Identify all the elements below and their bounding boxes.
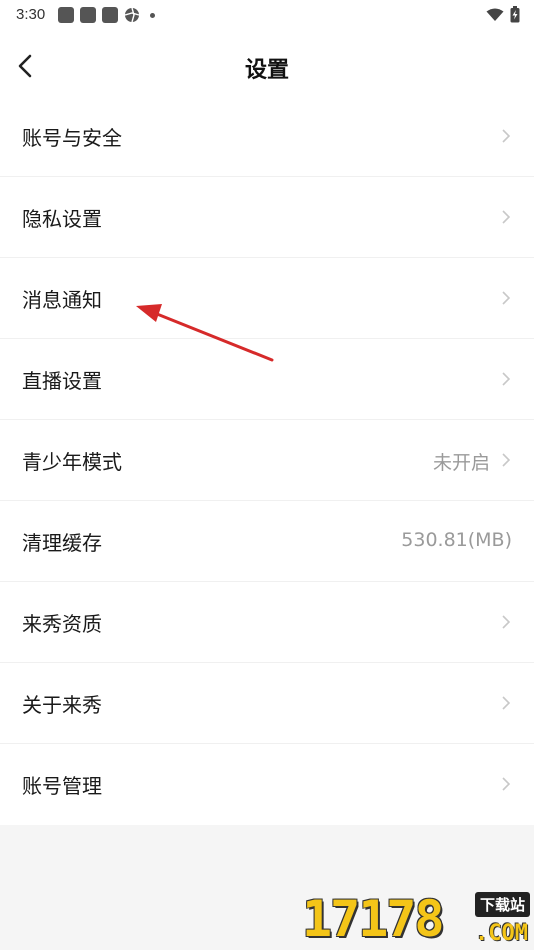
chevron-right-icon	[502, 453, 511, 467]
settings-list: 账号与安全 隐私设置 消息通知 直播设置 青少年模式 未开启 清理缓存 530.…	[0, 96, 534, 825]
settings-item-account-management[interactable]: 账号管理	[0, 744, 534, 825]
settings-item-account-security[interactable]: 账号与安全	[0, 96, 534, 177]
settings-item-qualification[interactable]: 来秀资质	[0, 582, 534, 663]
chevron-right-icon	[502, 372, 511, 386]
settings-item-clear-cache[interactable]: 清理缓存 530.81(MB)	[0, 501, 534, 582]
settings-item-label: 隐私设置	[22, 207, 102, 231]
settings-item-label: 关于来秀	[22, 693, 102, 717]
chevron-right-icon	[502, 129, 511, 143]
status-time: 3:30	[16, 6, 46, 23]
status-right-icons	[486, 6, 520, 23]
settings-item-label: 账号管理	[22, 774, 102, 798]
nav-bar: 设置	[0, 30, 534, 102]
chevron-right-icon	[502, 210, 511, 224]
watermark-digits: 17178	[302, 890, 445, 948]
status-bar: 3:30	[0, 0, 534, 30]
chevron-right-icon	[502, 696, 511, 710]
battery-charging-icon	[510, 6, 520, 23]
wifi-icon	[486, 8, 504, 21]
chevron-right-icon	[502, 615, 511, 629]
settings-item-label: 账号与安全	[22, 126, 122, 150]
settings-item-label: 来秀资质	[22, 612, 102, 636]
notification-square-icon	[80, 7, 96, 23]
chevron-right-icon	[502, 291, 511, 305]
settings-item-label: 清理缓存	[22, 531, 102, 555]
dot-icon	[150, 12, 155, 18]
settings-item-live-stream[interactable]: 直播设置	[0, 339, 534, 420]
cache-size-value: 530.81(MB)	[401, 529, 512, 551]
settings-item-label: 直播设置	[22, 369, 102, 393]
watermark-logo: 17178 下载站 .COM	[302, 890, 534, 950]
watermark-domain: .COM	[475, 921, 528, 946]
notification-square-icon	[58, 7, 74, 23]
settings-item-label: 青少年模式	[22, 450, 122, 474]
settings-item-privacy[interactable]: 隐私设置	[0, 177, 534, 258]
settings-item-value: 未开启	[432, 452, 490, 474]
status-notification-icons	[58, 7, 155, 23]
chevron-right-icon	[502, 777, 511, 791]
settings-item-notifications[interactable]: 消息通知	[0, 258, 534, 339]
aperture-icon	[124, 7, 140, 23]
settings-item-about[interactable]: 关于来秀	[0, 663, 534, 744]
notification-square-icon	[102, 7, 118, 23]
page-title: 设置	[244, 58, 289, 83]
settings-item-label: 消息通知	[22, 288, 102, 312]
watermark-tag: 下载站	[474, 892, 530, 917]
settings-item-teen-mode[interactable]: 青少年模式 未开启	[0, 420, 534, 501]
